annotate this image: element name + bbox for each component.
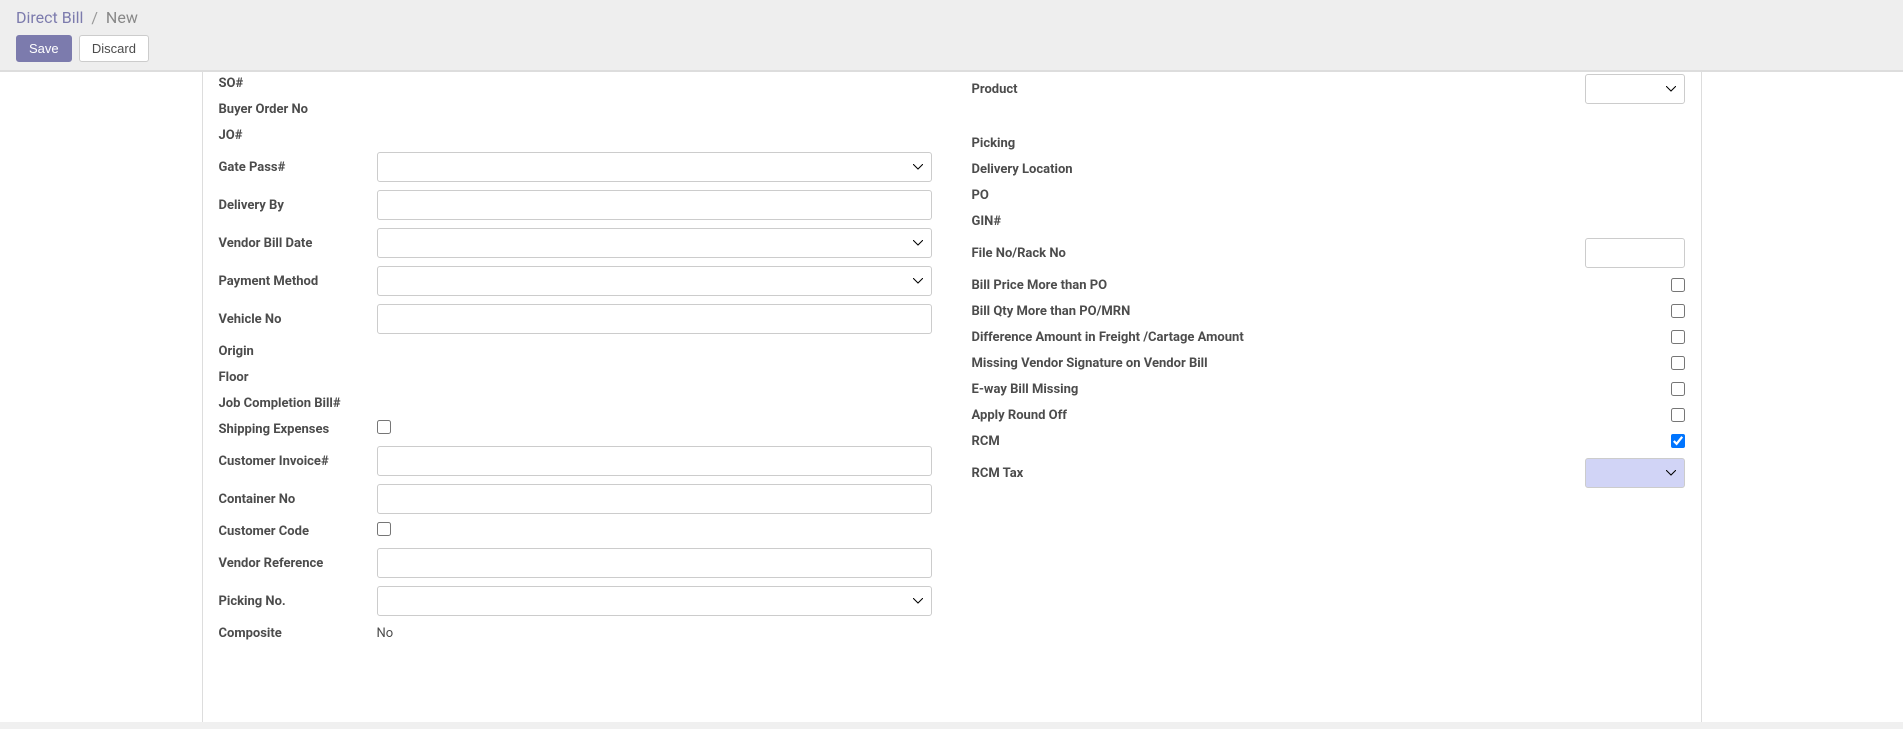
label-vendor-bill-date: Vendor Bill Date — [219, 236, 377, 251]
payment-method-select[interactable] — [377, 266, 932, 296]
label-po: PO — [972, 188, 1322, 203]
form-main: SO# Buyer Order No JO# Gate Pass# Delive… — [0, 71, 1903, 722]
rcm-tax-select[interactable] — [1585, 458, 1685, 488]
label-diff-amount: Difference Amount in Freight /Cartage Am… — [972, 330, 1322, 345]
label-eway-missing: E-way Bill Missing — [972, 382, 1322, 397]
control-panel: Direct Bill / New Save Discard — [0, 0, 1903, 71]
breadcrumb-root[interactable]: Direct Bill — [16, 8, 83, 27]
save-button[interactable]: Save — [16, 35, 72, 62]
gate-pass-select[interactable] — [377, 152, 932, 182]
right-column: Product Picking Delivery Location PO GIN… — [972, 72, 1685, 648]
picking-no-select[interactable] — [377, 586, 932, 616]
breadcrumb-separator: / — [91, 8, 98, 27]
diff-amount-checkbox[interactable] — [1671, 330, 1685, 344]
product-select[interactable] — [1585, 74, 1685, 104]
label-customer-invoice: Customer Invoice# — [219, 454, 377, 469]
apply-round-checkbox[interactable] — [1671, 408, 1685, 422]
label-so: SO# — [219, 76, 377, 91]
form-sheet: SO# Buyer Order No JO# Gate Pass# Delive… — [202, 72, 1702, 722]
label-picking-no: Picking No. — [219, 594, 377, 609]
label-buyer-order: Buyer Order No — [219, 102, 377, 117]
label-composite: Composite — [219, 626, 377, 641]
file-rack-input[interactable] — [1585, 238, 1685, 268]
label-vendor-reference: Vendor Reference — [219, 556, 377, 571]
label-payment-method: Payment Method — [219, 274, 377, 289]
label-bill-qty-more: Bill Qty More than PO/MRN — [972, 304, 1322, 319]
discard-button[interactable]: Discard — [79, 35, 149, 62]
label-apply-round: Apply Round Off — [972, 408, 1322, 423]
customer-invoice-input[interactable] — [377, 446, 932, 476]
customer-code-checkbox[interactable] — [377, 522, 391, 536]
label-shipping-expenses: Shipping Expenses — [219, 422, 377, 437]
rcm-checkbox[interactable] — [1671, 434, 1685, 448]
vendor-reference-input[interactable] — [377, 548, 932, 578]
label-origin: Origin — [219, 344, 377, 359]
label-floor: Floor — [219, 370, 377, 385]
label-gate-pass: Gate Pass# — [219, 160, 377, 175]
label-gin: GIN# — [972, 214, 1322, 229]
label-rcm-tax: RCM Tax — [972, 466, 1322, 481]
vehicle-no-input[interactable] — [377, 304, 932, 334]
shipping-expenses-checkbox[interactable] — [377, 420, 391, 434]
bill-price-more-checkbox[interactable] — [1671, 278, 1685, 292]
container-no-input[interactable] — [377, 484, 932, 514]
label-missing-signature: Missing Vendor Signature on Vendor Bill — [972, 356, 1322, 371]
label-picking: Picking — [972, 136, 1322, 151]
action-buttons: Save Discard — [16, 35, 1887, 62]
label-jo: JO# — [219, 128, 377, 143]
label-customer-code: Customer Code — [219, 524, 377, 539]
composite-value: No — [377, 626, 394, 641]
bill-qty-more-checkbox[interactable] — [1671, 304, 1685, 318]
label-file-rack: File No/Rack No — [972, 246, 1322, 261]
label-bill-price-more: Bill Price More than PO — [972, 278, 1322, 293]
label-delivery-by: Delivery By — [219, 198, 377, 213]
label-rcm: RCM — [972, 434, 1322, 449]
breadcrumb: Direct Bill / New — [16, 8, 1887, 27]
label-vehicle-no: Vehicle No — [219, 312, 377, 327]
missing-signature-checkbox[interactable] — [1671, 356, 1685, 370]
label-container-no: Container No — [219, 492, 377, 507]
breadcrumb-current: New — [106, 8, 138, 27]
label-product: Product — [972, 82, 1322, 97]
label-delivery-location: Delivery Location — [972, 162, 1322, 177]
label-job-completion: Job Completion Bill# — [219, 396, 377, 411]
eway-missing-checkbox[interactable] — [1671, 382, 1685, 396]
left-column: SO# Buyer Order No JO# Gate Pass# Delive… — [219, 72, 932, 648]
vendor-bill-date-select[interactable] — [377, 228, 932, 258]
delivery-by-input[interactable] — [377, 190, 932, 220]
